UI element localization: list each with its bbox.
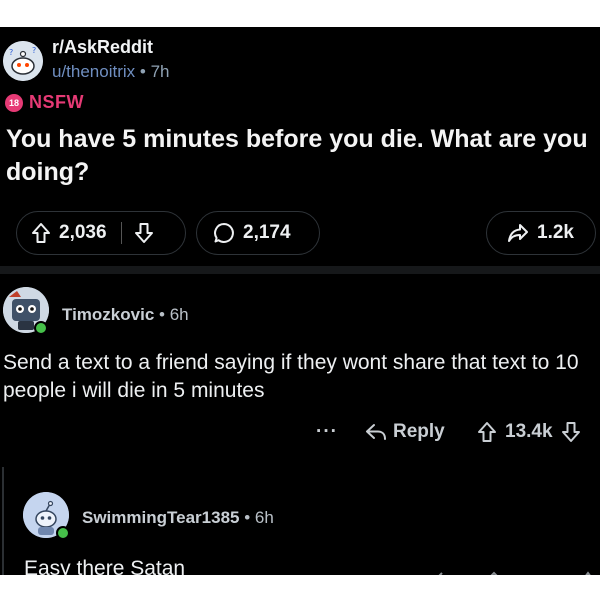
upvote-icon[interactable] [31, 222, 51, 244]
reply-meta: SwimmingTear1385 • 6h [82, 508, 274, 528]
online-status-icon [34, 321, 48, 335]
share-button[interactable]: 1.2k [486, 211, 596, 255]
comment-count: 2,174 [243, 222, 291, 243]
post-title[interactable]: You have 5 minutes before you die. What … [6, 123, 598, 189]
comment-vote-bar: 13.4k [477, 417, 581, 447]
subreddit-name[interactable]: r/AskReddit [52, 37, 153, 58]
online-status-icon [56, 526, 70, 540]
vote-bar: 2,036 [16, 211, 186, 255]
share-count: 1.2k [537, 222, 574, 243]
more-options-button[interactable]: ··· [316, 417, 338, 447]
downvote-icon[interactable] [134, 222, 154, 244]
comment-bubble-icon [213, 222, 235, 244]
downvote-icon[interactable] [561, 421, 581, 443]
reply-body: Easy there Satan [24, 557, 186, 575]
meta-separator: • [139, 62, 146, 81]
share-icon [507, 223, 529, 243]
comment-age: 6h [169, 305, 189, 324]
nsfw-tag: 18 NSFW [5, 92, 84, 113]
comment-author[interactable]: Timozkovic [62, 305, 154, 324]
thread-line[interactable] [2, 467, 4, 575]
post-meta: u/thenoitrix • 7h [52, 62, 170, 82]
vote-divider [120, 222, 122, 244]
section-divider [0, 266, 600, 274]
cropped-action-row [430, 568, 600, 575]
reply-label: Reply [393, 421, 445, 442]
svg-text:?: ? [9, 48, 13, 57]
reply-age: 6h [254, 508, 274, 527]
nsfw-badge-icon: 18 [5, 93, 23, 112]
reply-author[interactable]: SwimmingTear1385 [82, 508, 239, 527]
comment-meta: Timozkovic • 6h [62, 305, 189, 325]
meta-separator: • [244, 508, 251, 527]
nsfw-label: NSFW [29, 92, 84, 112]
reply-arrow-icon [365, 423, 387, 441]
svg-text:?: ? [32, 46, 36, 55]
subreddit-avatar-icon[interactable]: ? ? [3, 41, 43, 81]
reply-button[interactable]: Reply [365, 417, 445, 447]
comments-button[interactable]: 2,174 [196, 211, 320, 255]
reddit-post-screenshot: ? ? r/AskReddit u/thenoitrix • 7h 18 NSF… [0, 27, 600, 575]
post-author[interactable]: u/thenoitrix [52, 62, 135, 81]
comment-score: 13.4k [505, 421, 553, 442]
post-age: 7h [150, 62, 170, 81]
post-header: ? ? r/AskReddit u/thenoitrix • 7h [0, 27, 600, 87]
upvote-icon[interactable] [477, 421, 497, 443]
post-score: 2,036 [59, 222, 107, 243]
meta-separator: • [159, 305, 165, 324]
comment-body: Send a text to a friend saying if they w… [3, 351, 579, 402]
